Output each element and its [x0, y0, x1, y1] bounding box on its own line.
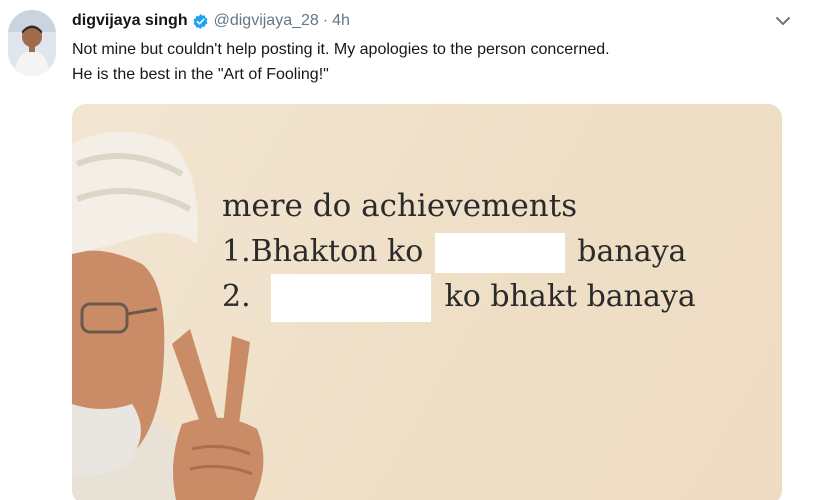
- meme-line-2: 2. ko bhakt banaya: [222, 274, 696, 322]
- tweet-media-image[interactable]: mere do achievements 1.Bhakton ko banaya …: [72, 104, 782, 500]
- meme-line-1: 1.Bhakton ko banaya: [222, 229, 696, 274]
- meme-line-1-suffix: banaya: [577, 234, 687, 269]
- meme-line-1-prefix: 1.Bhakton ko: [222, 234, 424, 269]
- avatar-image: [8, 10, 56, 76]
- chevron-down-icon[interactable]: [775, 14, 791, 26]
- tweet-card: digvijaya singh @digvijaya_28 · 4h Not m…: [0, 0, 825, 500]
- separator-dot: ·: [322, 12, 329, 29]
- redaction-box: [270, 274, 431, 322]
- display-name[interactable]: digvijaya singh: [72, 12, 188, 30]
- tweet-header: digvijaya singh @digvijaya_28 · 4h: [72, 10, 350, 32]
- verified-badge-icon: [192, 13, 209, 30]
- tweet-text: Not mine but couldn't help posting it. M…: [72, 37, 792, 87]
- tweet-text-line: Not mine but couldn't help posting it. M…: [72, 41, 610, 58]
- redaction-box: [435, 233, 566, 273]
- timestamp[interactable]: 4h: [332, 12, 350, 30]
- meme-heading: mere do achievements: [222, 188, 578, 224]
- meme-line-2-suffix: ko bhakt banaya: [444, 279, 696, 314]
- avatar[interactable]: [8, 10, 56, 76]
- user-handle[interactable]: @digvijaya_28: [214, 12, 319, 30]
- tweet-text-line: He is the best in the "Art of Fooling!": [72, 66, 329, 83]
- meme-line-2-prefix: 2.: [222, 279, 251, 314]
- meme-text-block: mere do achievements 1.Bhakton ko banaya …: [222, 184, 696, 322]
